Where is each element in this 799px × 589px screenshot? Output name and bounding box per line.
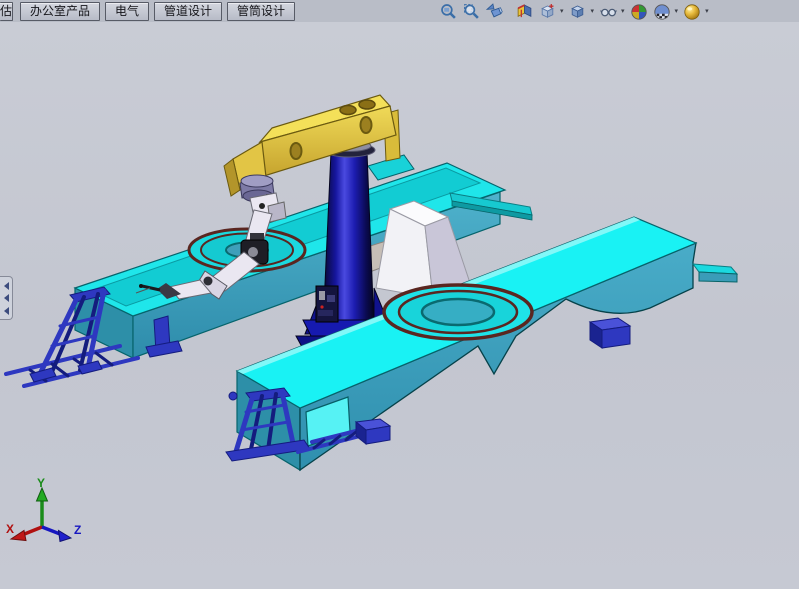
edit-appearance-glyph: [630, 3, 648, 21]
tab-partial-evaluate[interactable]: 估: [0, 2, 13, 21]
section-view-glyph: [516, 3, 533, 20]
rotary-ring-right[interactable]: [384, 285, 532, 339]
dropdown-arrow[interactable]: ▾: [621, 2, 625, 22]
zoom-to-fit-icon[interactable]: [438, 2, 458, 22]
zoom-to-fit-glyph: [440, 3, 457, 20]
command-tabs: 估 办公室产品 电气 管道设计 管筒设计: [0, 0, 300, 22]
hide-show-items-icon[interactable]: [598, 2, 618, 22]
axis-y-label: Y: [37, 476, 45, 490]
zoom-to-area-glyph: [463, 3, 480, 20]
hide-show-items-glyph: [600, 3, 617, 20]
view-orientation-glyph: [539, 3, 556, 20]
previous-view-icon[interactable]: [484, 2, 504, 22]
display-style-glyph: [569, 3, 586, 20]
panel-expand-arrow-icon: [4, 282, 9, 290]
apply-scene-icon[interactable]: [652, 2, 672, 22]
dropdown-arrow[interactable]: ▾: [560, 2, 564, 22]
orientation-triad: Y X Z: [6, 476, 81, 542]
view-orientation-icon[interactable]: [537, 2, 557, 22]
column-mounted-unit[interactable]: [316, 286, 338, 322]
heads-up-view-toolbar: ▾ ▾ ▾: [438, 1, 710, 22]
axis-z-label: Z: [74, 523, 81, 537]
axis-x-label: X: [6, 522, 14, 536]
dropdown-arrow[interactable]: ▾: [591, 2, 595, 22]
solidworks-window: { "tabs": { "partial_label": "估", "items…: [0, 0, 799, 589]
dropdown-arrow[interactable]: ▾: [675, 2, 679, 22]
view-settings-glyph: [683, 3, 701, 21]
beam-end-support-block[interactable]: [590, 318, 630, 348]
edit-appearance-icon[interactable]: [629, 2, 649, 22]
dropdown-arrow[interactable]: ▾: [705, 2, 709, 22]
zoom-to-area-icon[interactable]: [461, 2, 481, 22]
apply-scene-glyph: [653, 3, 671, 21]
display-style-icon[interactable]: [568, 2, 588, 22]
previous-view-glyph: [486, 3, 503, 20]
command-manager-toolbar: 估 办公室产品 电气 管道设计 管筒设计: [0, 0, 799, 23]
feature-panel-splitter[interactable]: [0, 276, 13, 320]
section-view-icon[interactable]: [514, 2, 534, 22]
graphics-area[interactable]: Y X Z: [0, 22, 799, 589]
tab-office-products[interactable]: 办公室产品: [20, 2, 100, 21]
tab-tubing-design[interactable]: 管筒设计: [227, 2, 295, 21]
tab-piping-design[interactable]: 管道设计: [154, 2, 222, 21]
panel-expand-arrow-icon: [4, 307, 9, 315]
panel-expand-arrow-icon: [4, 294, 9, 302]
tab-electrical[interactable]: 电气: [105, 2, 149, 21]
view-settings-icon[interactable]: [682, 2, 702, 22]
model-scene: Y X Z: [0, 22, 799, 589]
